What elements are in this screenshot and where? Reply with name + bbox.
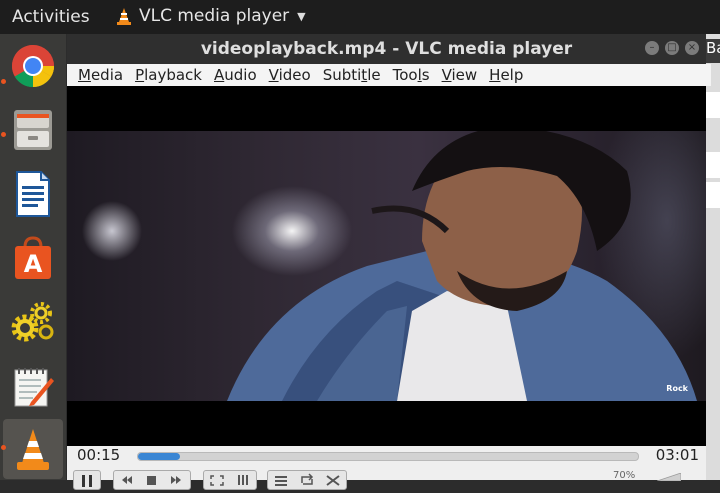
text-editor-icon (14, 368, 54, 407)
next-icon (171, 476, 181, 484)
background-window-title: Ba (706, 39, 720, 63)
previous-button[interactable] (114, 471, 139, 489)
next-button[interactable] (164, 471, 189, 489)
loop-button[interactable] (294, 471, 320, 489)
vlc-cone-icon (117, 8, 131, 25)
window-title: videoplayback.mp4 - VLC media player (200, 39, 573, 59)
pause-button[interactable] (73, 470, 101, 490)
video-frame: Rock (67, 131, 706, 401)
fullscreen-button[interactable] (204, 471, 230, 489)
chrome-icon (11, 44, 55, 88)
extended-settings-button[interactable] (230, 471, 256, 489)
menu-subtitle[interactable]: Subtitle (317, 64, 387, 86)
svg-text:A: A (24, 250, 43, 278)
background-window-panel (706, 152, 720, 178)
minimize-button[interactable]: – (645, 41, 659, 55)
playlist-button[interactable] (268, 471, 294, 489)
menu-media[interactable]: Media (72, 64, 129, 86)
settings-gears-icon (11, 302, 54, 342)
running-indicator (1, 79, 6, 84)
view-group (203, 470, 257, 490)
equalizer-icon (238, 475, 248, 485)
file-cabinet-icon (14, 110, 52, 150)
current-time: 00:15 (77, 446, 121, 464)
background-window-panel (706, 182, 720, 208)
loop-icon (301, 473, 314, 485)
menu-playback[interactable]: Playback (129, 64, 208, 86)
menu-help[interactable]: Help (483, 64, 529, 86)
dock-chrome[interactable] (3, 36, 63, 96)
seek-progress (138, 453, 180, 460)
dock: A (0, 34, 66, 480)
app-menu[interactable]: VLC media player ▼ (116, 6, 306, 26)
transport-group (113, 470, 191, 490)
menu-bar: Media Playback Audio Video Subtitle Tools View… (67, 64, 711, 86)
stop-icon (147, 476, 156, 485)
dock-software[interactable]: A (3, 228, 63, 288)
seek-slider[interactable] (137, 452, 639, 461)
dock-text-editor[interactable] (3, 356, 63, 416)
software-store-icon: A (15, 236, 51, 279)
dock-settings[interactable] (3, 292, 63, 352)
playlist-icon (275, 476, 287, 486)
pause-icon (82, 475, 92, 487)
menu-view[interactable]: View (436, 64, 484, 86)
activities-button[interactable]: Activities (12, 7, 90, 27)
background-window-panel (706, 92, 720, 118)
playlist-group (267, 470, 347, 490)
background-window[interactable]: Ba (706, 34, 720, 480)
menu-tools[interactable]: Tools (387, 64, 436, 86)
top-bar: Activities VLC media player ▼ (0, 0, 720, 34)
app-menu-label: VLC media player (139, 6, 290, 26)
dock-vlc[interactable] (3, 419, 63, 479)
shuffle-icon (326, 475, 340, 486)
dock-files[interactable] (3, 100, 63, 160)
shuffle-button[interactable] (320, 471, 346, 489)
running-indicator (1, 132, 6, 137)
controls-bar: 00:15 03:01 70% (67, 446, 706, 490)
maximize-button[interactable]: □ (665, 41, 679, 55)
stop-button[interactable] (139, 471, 164, 489)
chevron-down-icon: ▼ (297, 9, 306, 23)
previous-icon (122, 476, 132, 484)
fullscreen-icon (210, 475, 224, 486)
writer-icon (16, 171, 50, 217)
dock-writer[interactable] (3, 164, 63, 224)
running-indicator (1, 445, 6, 450)
video-watermark: Rock (666, 384, 688, 393)
video-area[interactable]: Rock (67, 86, 706, 446)
close-button[interactable]: × (685, 41, 699, 55)
vlc-window: videoplayback.mp4 - VLC media player – □… (67, 34, 711, 490)
vlc-cone-icon (17, 429, 49, 470)
menu-video[interactable]: Video (263, 64, 317, 86)
video-scene (227, 131, 697, 401)
total-time: 03:01 (655, 446, 699, 464)
title-bar[interactable]: videoplayback.mp4 - VLC media player – □… (67, 34, 706, 64)
volume-percent: 70% (613, 470, 636, 481)
menu-audio[interactable]: Audio (208, 64, 263, 86)
